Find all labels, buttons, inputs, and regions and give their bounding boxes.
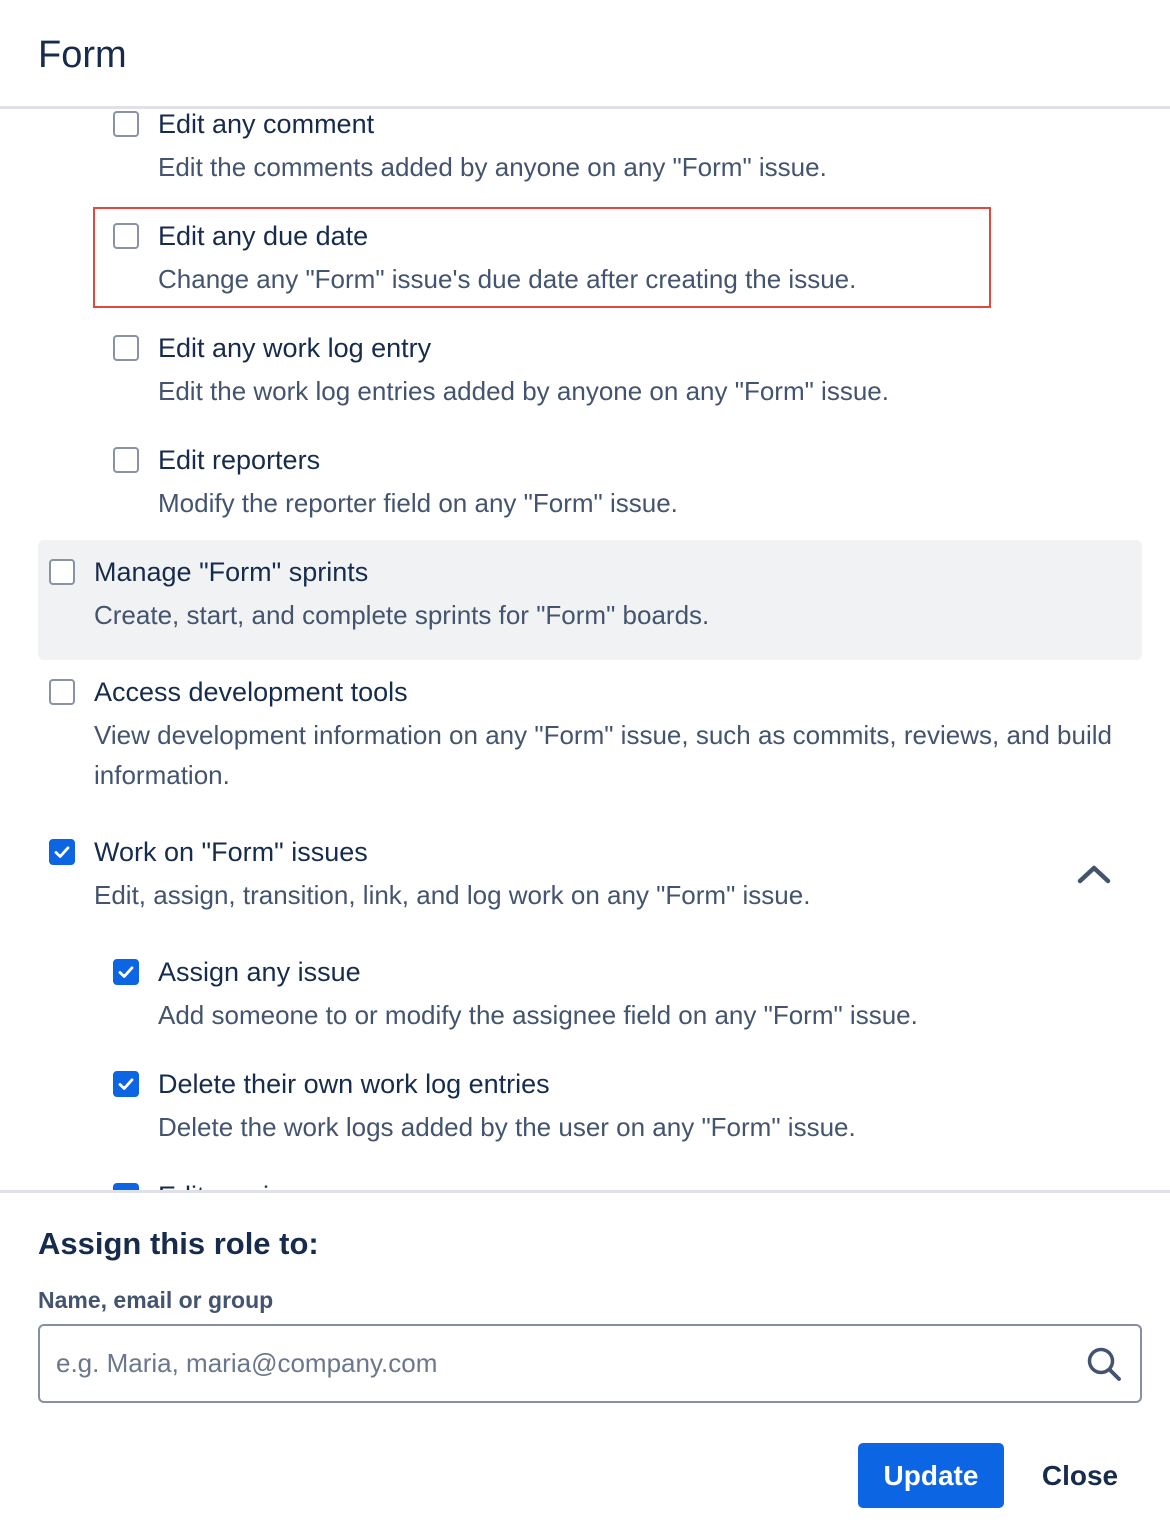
checkbox[interactable] <box>113 111 139 137</box>
permission-description: View development information on any "For… <box>94 720 1112 790</box>
checkmark-icon <box>118 966 134 978</box>
search-icon[interactable] <box>1084 1344 1126 1386</box>
permission-title: Edit any due date <box>158 221 369 251</box>
checkbox[interactable] <box>49 559 75 585</box>
assignee-search-input[interactable] <box>56 1326 1066 1401</box>
checkbox-checked[interactable] <box>113 959 139 985</box>
permission-title: Access development tools <box>94 677 408 707</box>
assign-section-title: Assign this role to: <box>38 1226 319 1261</box>
permission-title: Work on "Form" issues <box>94 837 368 867</box>
checkbox[interactable] <box>113 335 139 361</box>
permission-title: Edit any comment <box>158 109 375 139</box>
field-label: Name, email or group <box>38 1287 274 1313</box>
permission-description: Edit, assign, transition, link, and log … <box>94 880 811 910</box>
permission-title: Edit any work log entry <box>158 333 432 363</box>
permission-description: Edit the work log entries added by anyon… <box>158 376 889 406</box>
checkbox-checked[interactable] <box>113 1071 139 1097</box>
checkbox-checked[interactable] <box>49 839 75 865</box>
permission-title: Edit any issue <box>158 1181 326 1190</box>
permission-title: Edit reporters <box>158 445 321 475</box>
permission-description: Change any "Form" issue's due date after… <box>158 264 857 294</box>
permissions-list[interactable]: Edit any comment Edit the comments added… <box>0 109 1170 1190</box>
close-button[interactable]: Close <box>1020 1443 1140 1508</box>
update-button[interactable]: Update <box>858 1443 1004 1508</box>
permission-title: Delete their own work log entries <box>158 1069 550 1099</box>
checkbox[interactable] <box>49 679 75 705</box>
permission-description: Modify the reporter field on any "Form" … <box>158 488 678 518</box>
permission-title: Assign any issue <box>158 957 361 987</box>
permission-title: Manage "Form" sprints <box>94 557 369 587</box>
permission-description: Delete the work logs added by the user o… <box>158 1112 856 1142</box>
checkbox-checked[interactable] <box>113 1183 139 1190</box>
permission-description: Create, start, and complete sprints for … <box>94 600 710 630</box>
chevron-up-icon[interactable] <box>1074 859 1114 889</box>
permission-description: Add someone to or modify the assignee fi… <box>158 1000 918 1030</box>
permission-description: Edit the comments added by anyone on any… <box>158 152 827 182</box>
dialog-title: Form <box>38 34 127 76</box>
footer-divider <box>0 1190 1170 1193</box>
assignee-search-field[interactable] <box>38 1324 1142 1403</box>
checkbox[interactable] <box>113 447 139 473</box>
checkbox[interactable] <box>113 223 139 249</box>
checkmark-icon <box>54 846 70 858</box>
checkmark-icon <box>118 1078 134 1090</box>
